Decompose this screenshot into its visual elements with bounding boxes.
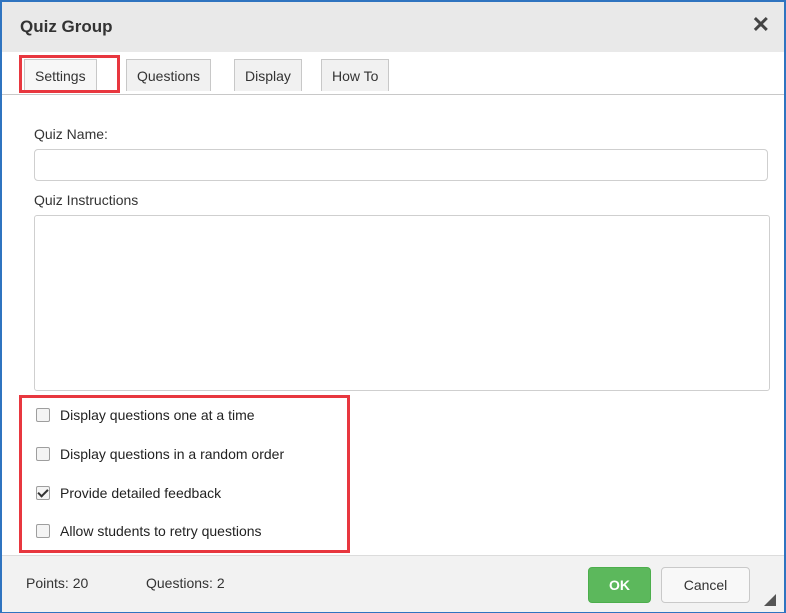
settings-tab-highlight (19, 55, 120, 93)
checkbox[interactable] (36, 447, 50, 461)
option-label: Allow students to retry questions (60, 523, 262, 539)
option-one-at-a-time: Display questions one at a time (36, 405, 255, 425)
dialog-footer: Points: 20 Questions: 2 OK Cancel (2, 555, 784, 612)
dialog-titlebar: Quiz Group ✕ (2, 2, 784, 53)
quiz-name-input[interactable] (34, 149, 768, 181)
tab-questions[interactable]: Questions (126, 59, 212, 91)
checkbox[interactable] (36, 408, 50, 422)
resize-grip-icon[interactable] (764, 594, 776, 606)
tab-display[interactable]: Display (234, 59, 302, 91)
option-detailed-feedback: Provide detailed feedback (36, 483, 221, 503)
option-random-order: Display questions in a random order (36, 444, 284, 464)
checkbox-checked[interactable] (36, 486, 50, 500)
cancel-button[interactable]: Cancel (661, 567, 750, 603)
dialog-title: Quiz Group (20, 17, 113, 36)
quiz-name-label: Quiz Name: (34, 126, 108, 142)
option-label: Provide detailed feedback (60, 485, 222, 501)
questions-count: Questions: 2 (146, 575, 225, 591)
checkbox[interactable] (36, 524, 50, 538)
quiz-group-dialog: Quiz Group ✕ Settings Questions Display … (0, 0, 786, 613)
points-count: Points: 20 (26, 575, 89, 591)
option-retry-questions: Allow students to retry questions (36, 521, 262, 541)
option-label: Display questions one at a time (60, 407, 255, 423)
close-icon[interactable]: ✕ (752, 13, 770, 37)
quiz-instructions-label: Quiz Instructions (34, 192, 139, 208)
option-label: Display questions in a random order (60, 446, 285, 462)
ok-button[interactable]: OK (588, 567, 651, 603)
quiz-instructions-textarea[interactable] (34, 215, 770, 391)
tab-how-to[interactable]: How To (321, 59, 390, 91)
